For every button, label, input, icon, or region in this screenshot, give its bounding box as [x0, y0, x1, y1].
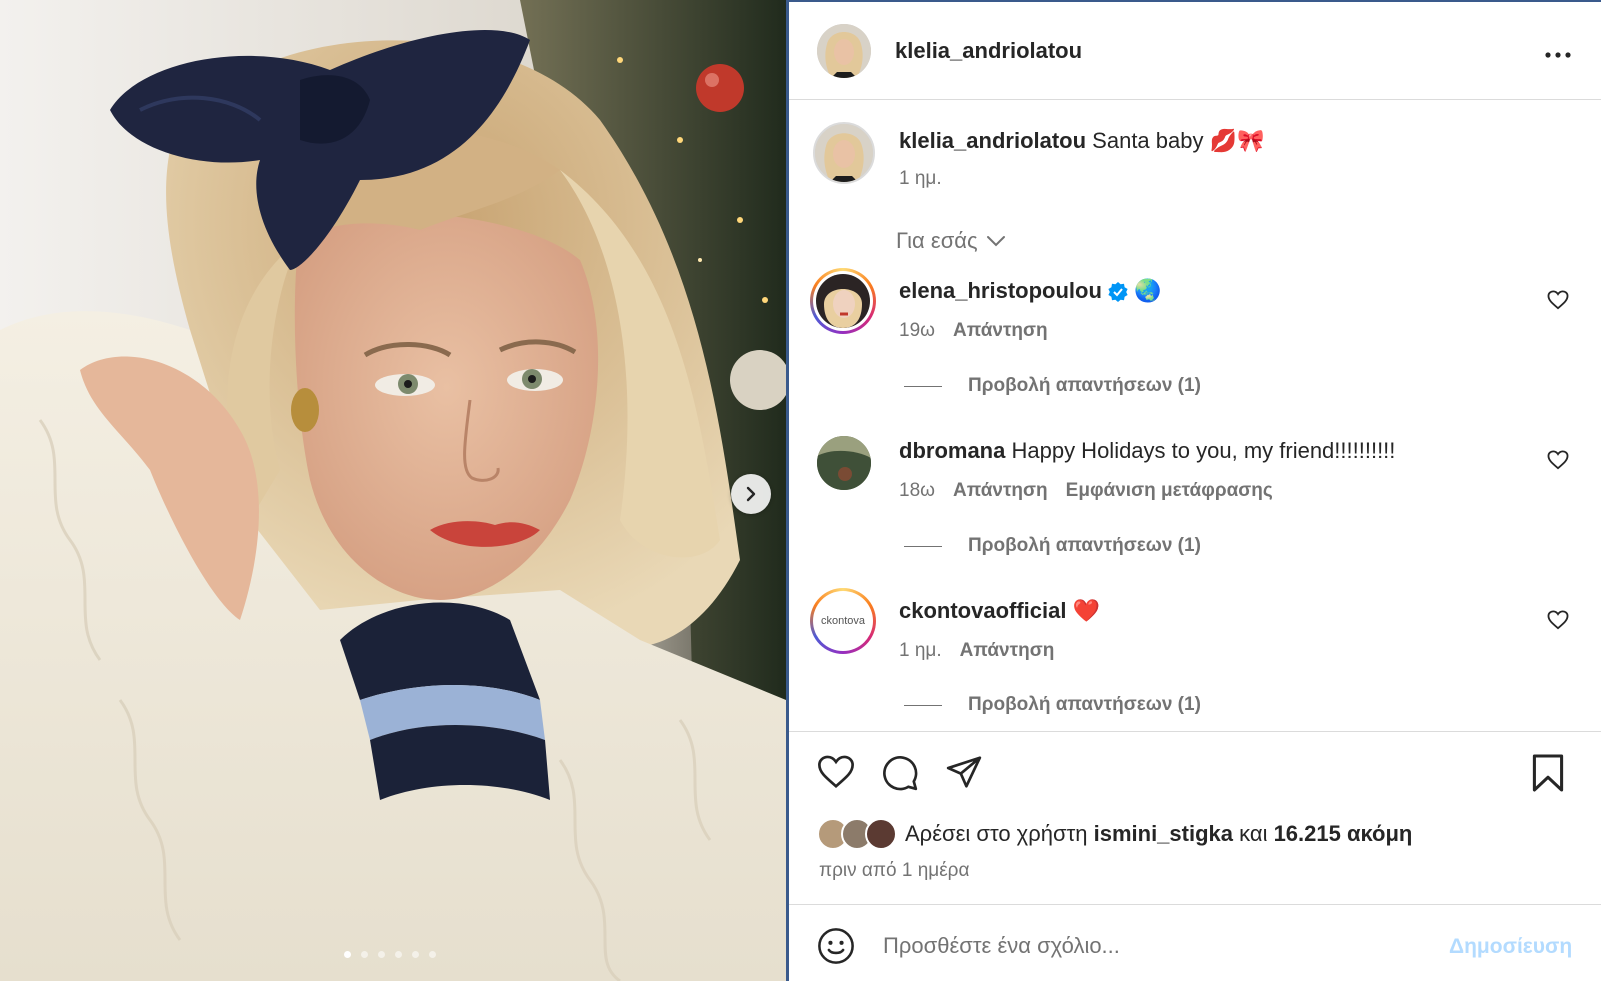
caption-avatar[interactable]: [813, 122, 875, 184]
emoji-smiley-icon[interactable]: [817, 927, 855, 965]
comment-text: ckontovaofficial ❤️: [899, 598, 1100, 624]
post-panel: klelia_andriolatou klelia_andriolatou Sa…: [786, 0, 1601, 981]
carousel-dot: [395, 951, 402, 958]
portrait-photo: [0, 0, 786, 981]
reply-button[interactable]: Απάντηση: [960, 640, 1055, 661]
author-avatar[interactable]: [817, 24, 871, 78]
chevron-down-icon: [986, 236, 1005, 247]
view-replies-label: Προβολή απαντήσεων (1): [968, 694, 1201, 715]
likes-summary: Αρέσει στο χρήστη ismini_stigka και 16.2…: [817, 818, 1412, 850]
likes-count[interactable]: 16.215 ακόμη: [1274, 821, 1413, 847]
post-timestamp[interactable]: πριν από 1 ημέρα: [819, 860, 969, 882]
comment-like-heart-icon[interactable]: [1547, 610, 1569, 630]
comment-input[interactable]: [883, 929, 1413, 963]
view-replies-label: Προβολή απαντήσεων (1): [968, 535, 1201, 556]
carousel-dot: [412, 951, 419, 958]
carousel-indicator: [344, 951, 436, 958]
comment-username[interactable]: ckontovaofficial: [899, 598, 1066, 623]
post-actions: Αρέσει στο χρήστη ismini_stigka και 16.2…: [789, 731, 1601, 889]
view-replies-button[interactable]: Προβολή απαντήσεων (1): [904, 375, 1201, 397]
like-heart-icon[interactable]: [817, 754, 855, 790]
caption-time: 1 ημ.: [899, 168, 942, 189]
post-comment-button[interactable]: Δημοσίευση: [1449, 935, 1572, 959]
view-replies-button[interactable]: Προβολή απαντήσεων (1): [904, 694, 1201, 716]
carousel-dot: [429, 951, 436, 958]
avatar-logo-text: ckontova: [820, 615, 866, 627]
view-replies-label: Προβολή απαντήσεων (1): [968, 375, 1201, 396]
comment-body: ❤️: [1066, 598, 1100, 623]
liker-username[interactable]: ismini_stigka: [1094, 821, 1233, 847]
share-send-icon[interactable]: [945, 754, 983, 790]
reply-button[interactable]: Απάντηση: [953, 480, 1048, 501]
author-username[interactable]: klelia_andriolatou: [895, 38, 1082, 64]
divider-line: [904, 704, 942, 706]
comment-avatar[interactable]: ckontova: [810, 588, 876, 654]
bookmark-icon[interactable]: [1531, 754, 1565, 792]
carousel-dot: [378, 951, 385, 958]
comments-list[interactable]: klelia_andriolatou Santa baby 💋🎀 1 ημ. Γ…: [789, 100, 1601, 731]
comment-filter-label: Για εσάς: [896, 228, 978, 253]
comment-filter-dropdown[interactable]: Για εσάς: [896, 228, 1006, 254]
reply-button[interactable]: Απάντηση: [953, 320, 1048, 341]
comment-avatar[interactable]: [817, 436, 871, 490]
more-options-button[interactable]: [1545, 38, 1571, 64]
comment-username[interactable]: dbromana: [899, 438, 1005, 463]
carousel-dot: [361, 951, 368, 958]
comment-bubble-icon[interactable]: [881, 754, 919, 792]
verified-badge-icon: [1108, 282, 1128, 303]
comment-meta: 19ω Απάντηση: [899, 320, 1048, 342]
comment-like-heart-icon[interactable]: [1547, 450, 1569, 470]
comment-like-heart-icon[interactable]: [1547, 290, 1569, 310]
carousel-next-button[interactable]: [731, 474, 771, 514]
comment-time: 19ω: [899, 320, 935, 341]
comment-text: elena_hristopoulou 🌏: [899, 278, 1161, 304]
comment-username[interactable]: elena_hristopoulou: [899, 278, 1102, 303]
carousel-dot: [344, 951, 351, 958]
see-translation-button[interactable]: Εμφάνιση μετάφρασης: [1066, 480, 1273, 501]
caption-meta: 1 ημ.: [899, 168, 942, 190]
caption-text: klelia_andriolatou Santa baby 💋🎀: [899, 128, 1264, 154]
more-horizontal-icon: [1545, 52, 1571, 58]
comment-time: 1 ημ.: [899, 640, 942, 661]
comment-meta: 18ω Απάντηση Εμφάνιση μετάφρασης: [899, 480, 1273, 502]
chevron-right-icon: [746, 486, 756, 502]
caption-body: Santa baby 💋🎀: [1086, 128, 1265, 153]
caption-username[interactable]: klelia_andriolatou: [899, 128, 1086, 153]
view-replies-button[interactable]: Προβολή απαντήσεων (1): [904, 535, 1201, 557]
liker-avatar: [865, 818, 897, 850]
comment-body: Happy Holidays to you, my friend!!!!!!!!…: [1005, 438, 1396, 463]
comment-composer: Δημοσίευση: [789, 904, 1601, 981]
comment-meta: 1 ημ. Απάντηση: [899, 640, 1054, 662]
comment-body: 🌏: [1127, 278, 1162, 303]
post-photo[interactable]: [0, 0, 786, 981]
post-header: klelia_andriolatou: [789, 2, 1601, 100]
liker-avatars[interactable]: [817, 818, 899, 850]
comment-time: 18ω: [899, 480, 935, 501]
likes-prefix: Αρέσει στο χρήστη: [905, 821, 1094, 846]
comment-text: dbromana Happy Holidays to you, my frien…: [899, 438, 1395, 464]
likes-middle: και: [1233, 821, 1274, 846]
comment-avatar[interactable]: [810, 268, 876, 334]
divider-line: [904, 385, 942, 387]
divider-line: [904, 545, 942, 547]
